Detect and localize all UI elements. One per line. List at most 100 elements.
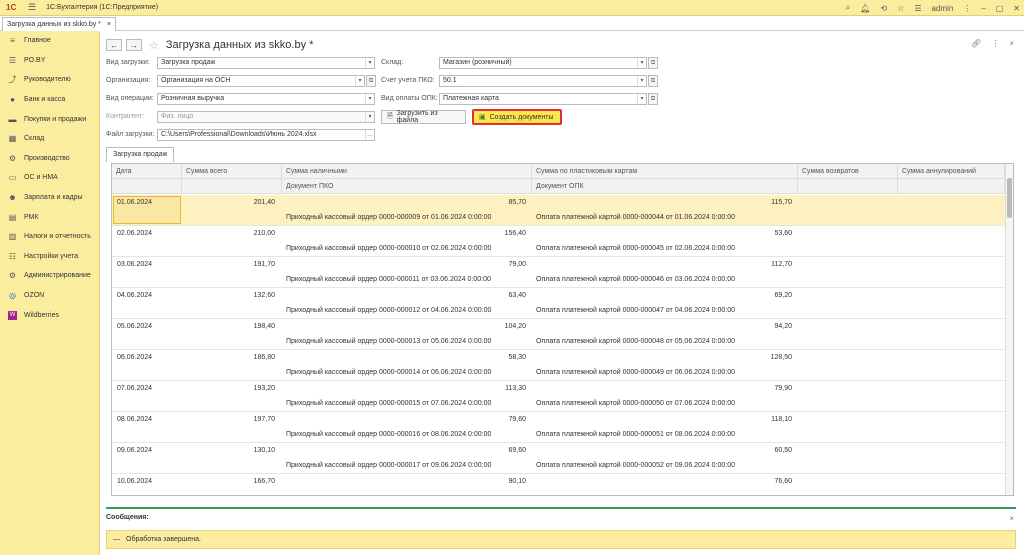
row-pko-doc[interactable]: Приходный кассовый ордер 0000-000013 от … (286, 338, 491, 345)
table-row[interactable]: 02.06.2024 210,00 156,40 53,60 Приходный кас… (112, 226, 1005, 257)
table-row[interactable]: 03.06.2024 191,70 79,00 112,70 Приходный кас… (112, 257, 1005, 288)
sidebar-item-production[interactable]: ⚙ Производство (0, 149, 99, 169)
minimize-icon[interactable]: – (981, 4, 985, 13)
table-row[interactable]: 09.06.2024 130,10 69,60 60,50 Приходный касс… (112, 443, 1005, 474)
row-opk-doc[interactable]: Оплата платежной картой 0000-000052 от 0… (536, 462, 735, 469)
column-card[interactable]: Сумма по пластиковым картам (532, 164, 798, 179)
pko-account-select[interactable]: 50.1 ▾ (439, 75, 647, 87)
pko-account-open-icon[interactable]: ⧉ (648, 75, 658, 87)
row-opk-doc[interactable]: Оплата платежной картой 0000-000047 от 0… (536, 307, 735, 314)
user-name[interactable]: admin (931, 4, 953, 13)
maximize-icon[interactable]: ▢ (996, 4, 1004, 13)
sidebar-item-admin[interactable]: ⚙ Администрирование (0, 266, 99, 286)
file-path-input[interactable]: C:\Users\Professional\Downloads\Июнь 202… (157, 129, 375, 141)
sidebar-item-poby[interactable]: ☰ PO.BY (0, 51, 99, 71)
chevron-down-icon[interactable]: ▾ (637, 76, 646, 86)
table-row[interactable]: 10.06.2024 166,70 90,10 76,60 (112, 474, 1005, 495)
browse-icon[interactable]: … (365, 130, 374, 140)
more-icon[interactable]: ⋮ (963, 4, 971, 13)
search-icon[interactable]: ⌕ (846, 3, 850, 13)
favorite-star-icon[interactable]: ☆ (149, 39, 159, 52)
sidebar-item-bank[interactable]: ● Банк и касса (0, 90, 99, 110)
row-opk-doc[interactable]: Оплата платежной картой 0000-000045 от 0… (536, 245, 735, 252)
chevron-down-icon[interactable]: ▾ (365, 94, 374, 104)
bell-icon[interactable]: 🔔︎ (860, 4, 870, 13)
column-total[interactable]: Сумма всего (182, 164, 282, 179)
table-row[interactable]: 01.06.2024 201,40 85,70 115,70 Приходный кас… (112, 195, 1005, 226)
row-pko-doc[interactable]: Приходный кассовый ордер 0000-000016 от … (286, 431, 491, 438)
scrollbar-thumb[interactable] (1007, 178, 1012, 218)
chevron-down-icon[interactable]: ▾ (365, 112, 374, 122)
tab-close-icon[interactable]: × (107, 21, 111, 28)
row-pko-doc[interactable]: Приходный кассовый ордер 0000-000017 от … (286, 462, 491, 469)
sidebar-item-rmk[interactable]: ▤ РМК (0, 207, 99, 227)
column-cancellations[interactable]: Сумма аннулирований (898, 164, 1005, 179)
row-pko-doc[interactable]: Приходный кассовый ордер 0000-000015 от … (286, 400, 491, 407)
sidebar-item-sales[interactable]: ▬ Покупки и продажи (0, 109, 99, 129)
counterparty-select[interactable]: Физ. лицо ▾ (157, 111, 375, 123)
sidebar-item-manager[interactable]: ⤴ Руководителю (0, 70, 99, 90)
chevron-down-icon[interactable]: ▾ (637, 58, 646, 68)
row-pko-doc[interactable]: Приходный кассовый ордер 0000-000014 от … (286, 369, 491, 376)
column-opk-doc[interactable]: Документ ОПК (532, 179, 798, 194)
row-opk-doc[interactable]: Оплата платежной картой 0000-000044 от 0… (536, 214, 735, 221)
close-icon[interactable]: ✕ (1013, 4, 1020, 13)
sidebar-item-settings[interactable]: ☷ Настройки учета (0, 247, 99, 267)
sidebar-item-taxes[interactable]: ▥ Налоги и отчетность (0, 227, 99, 247)
tab-skko-load[interactable]: Загрузка данных из skko.by * × (2, 17, 116, 31)
history-icon[interactable]: ⟲ (880, 4, 887, 13)
sidebar-item-main[interactable]: ≡ Главное (0, 31, 99, 51)
tab-sales-load[interactable]: Загрузка продаж (106, 147, 175, 162)
row-pko-doc[interactable]: Приходный кассовый ордер 0000-000011 от … (286, 276, 491, 283)
warehouse-select[interactable]: Магазин (розничный) ▾ (439, 57, 647, 69)
table-row[interactable]: 08.06.2024 197,70 79,60 118,10 Приходный кас… (112, 412, 1005, 443)
load-from-file-button[interactable]: 🗎︎ Загрузить из файла (381, 110, 466, 124)
column-date[interactable]: Дата (112, 164, 182, 179)
warehouse-open-icon[interactable]: ⧉ (648, 57, 658, 69)
message-item[interactable]: — Обработка завершена. (106, 530, 1016, 549)
table-row[interactable]: 07.06.2024 193,20 113,30 79,90 Приходный кас… (112, 381, 1005, 412)
sidebar-item-assets[interactable]: ▭ ОС и НМА (0, 168, 99, 188)
link-icon[interactable]: 🔗︎ (971, 39, 981, 48)
favorites-icon[interactable]: ☆ (897, 4, 904, 13)
sidebar-item-ozon[interactable]: ◎ OZON (0, 286, 99, 306)
messages-close-icon[interactable]: × (1009, 514, 1014, 523)
column-returns[interactable]: Сумма возвратов (798, 164, 898, 179)
back-button[interactable]: ← (106, 39, 122, 51)
row-pko-doc[interactable]: Приходный кассовый ордер 0000-000012 от … (286, 307, 491, 314)
column-pko-doc[interactable]: Документ ПКО (282, 179, 532, 194)
warehouse-icon: ▦ (8, 134, 17, 144)
row-pko-doc[interactable]: Приходный кассовый ордер 0000-000009 от … (286, 214, 491, 221)
form-close-icon[interactable]: × (1009, 39, 1014, 48)
chevron-down-icon[interactable]: ▾ (365, 58, 374, 68)
row-opk-doc[interactable]: Оплата платежной картой 0000-000046 от 0… (536, 276, 735, 283)
create-documents-button[interactable]: ▣ Создать документы (472, 109, 562, 125)
vertical-scrollbar[interactable] (1005, 164, 1013, 495)
row-opk-doc[interactable]: Оплата платежной картой 0000-000049 от 0… (536, 369, 735, 376)
chevron-down-icon[interactable]: ▾ (637, 94, 646, 104)
form-more-icon[interactable]: ⋮ (991, 39, 999, 48)
org-select[interactable]: Организация на ОСН ▾ (157, 75, 365, 87)
opk-type-select[interactable]: Платежная карта ▾ (439, 93, 647, 105)
row-pko-doc[interactable]: Приходный кассовый ордер 0000-000010 от … (286, 245, 491, 252)
operation-select[interactable]: Розничная выручка ▾ (157, 93, 375, 105)
sidebar-item-wildberries[interactable]: W Wildberries (0, 305, 99, 325)
table-row[interactable]: 04.06.2024 132,60 63,40 69,20 Приходный касс… (112, 288, 1005, 319)
sales-table[interactable]: Дата Сумма всего Сумма наличными Сумма п… (111, 163, 1014, 496)
sidebar-item-salary[interactable]: ☻ Зарплата и кадры (0, 188, 99, 208)
chevron-down-icon[interactable]: ▾ (355, 76, 364, 86)
sidebar-item-warehouse[interactable]: ▦ Склад (0, 129, 99, 149)
forward-button[interactable]: → (126, 39, 142, 51)
row-opk-doc[interactable]: Оплата платежной картой 0000-000048 от 0… (536, 338, 735, 345)
table-row[interactable]: 05.06.2024 198,40 104,20 94,20 Приходный кас… (112, 319, 1005, 350)
table-row[interactable]: 06.06.2024 186,80 58,30 128,50 Приходный кас… (112, 350, 1005, 381)
row-opk-doc[interactable]: Оплата платежной картой 0000-000050 от 0… (536, 400, 735, 407)
load-type-select[interactable]: Загрузка продаж ▾ (157, 57, 375, 69)
row-opk-doc[interactable]: Оплата платежной картой 0000-000051 от 0… (536, 431, 735, 438)
car-icon: ▭ (8, 173, 17, 183)
org-open-icon[interactable]: ⧉ (366, 75, 376, 87)
opk-type-open-icon[interactable]: ⧉ (648, 93, 658, 105)
user-icon[interactable]: ☰ (914, 4, 921, 13)
main-menu-icon[interactable]: ☰ (28, 2, 36, 13)
column-cash[interactable]: Сумма наличными (282, 164, 532, 179)
